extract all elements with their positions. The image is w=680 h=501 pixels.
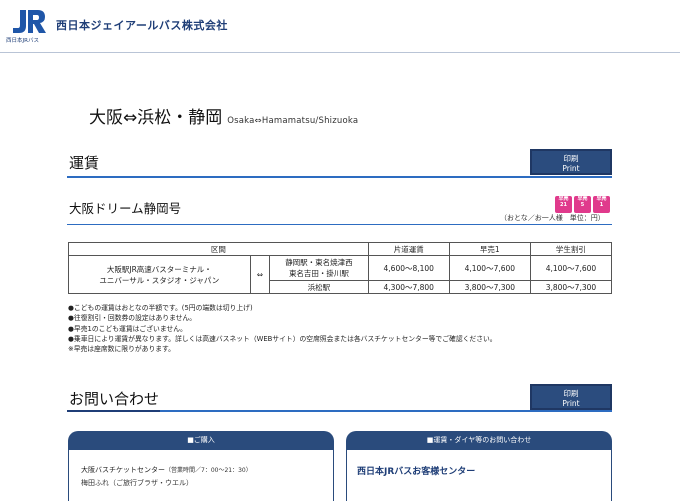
note-item: ●早売1のこども運賃はございません。 <box>68 324 187 333</box>
early-5-badge-icon: 早売 5 <box>574 196 591 213</box>
column-header-section: 区間 <box>68 242 369 256</box>
origin-cell: 大阪駅JR高速バスターミナル・ ユニバーサル・スタジオ・ジャパン <box>68 255 251 294</box>
fare-print-button[interactable]: 印刷 Print <box>530 149 612 175</box>
column-header-student: 学生割引 <box>529 242 613 256</box>
service-name: 大阪ドリーム静岡号 <box>69 201 182 216</box>
company-name[interactable]: 西日本ジェイアールバス株式会社 <box>56 17 228 33</box>
fare-cell: 4,600〜8,100 <box>367 255 450 281</box>
student-fare-cell: 4,100〜7,600 <box>529 255 613 281</box>
early-1-badge-icon: 早売 1 <box>593 196 610 213</box>
student-fare-cell: 3,800〜7,300 <box>529 280 613 294</box>
print-label-ja: 印刷 <box>563 154 579 163</box>
customer-center-name[interactable]: 西日本JRバスお客様センター <box>357 464 475 477</box>
column-header-fare: 片道運賃 <box>367 242 450 256</box>
route-title-en: Osaka⇔Hamamatsu/Shizuoka <box>227 116 359 126</box>
fare-cell: 4,300〜7,800 <box>367 280 450 294</box>
jr-logo[interactable]: 西日本JRバス <box>6 6 50 44</box>
ticket-center-name[interactable]: 大阪バスチケットセンター <box>81 466 165 474</box>
note-item: ●こどもの運賃はおとなの半額です。(5円の端数は切り上げ) <box>68 304 253 312</box>
service-rule <box>67 224 612 225</box>
inquiry-card-body: 西日本JRバスお客様センター <box>347 450 611 501</box>
destination-cell: 静岡駅・東名焼津西 東名吉田・掛川駅 <box>269 255 369 281</box>
fare-section-rule <box>67 176 612 178</box>
destination-cell: 浜松駅 <box>269 280 369 294</box>
early-fare-cell: 4,100〜7,600 <box>448 255 531 281</box>
note-item: ●往復割引・回数券の設定はありません。 <box>68 314 197 323</box>
print-label-ja: 印刷 <box>563 389 579 398</box>
early-fare-cell: 3,800〜7,300 <box>448 280 531 294</box>
column-header-early: 早売1 <box>448 242 531 256</box>
early-21-badge-icon: 早売 21 <box>555 196 572 213</box>
page-title: 大阪⇔浜松・静岡 Osaka⇔Hamamatsu/Shizuoka <box>89 103 358 128</box>
unit-note: （おとな／お一人様 単位：円） <box>500 214 605 222</box>
fare-table: 区間 片道運賃 早売1 学生割引 大阪駅JR高速バスターミナル・ ユニバーサル・… <box>68 242 613 294</box>
contact-section-title: お問い合わせ <box>69 390 160 408</box>
route-title-ja: 大阪⇔浜松・静岡 <box>89 108 223 128</box>
purchase-card-heading: ■ご購入 <box>187 436 215 444</box>
table-header-row: 区間 片道運賃 早売1 学生割引 <box>68 242 613 256</box>
purchase-card-body: 大阪バスチケットセンター（営業時間／7：00〜21：30） 梅田ふれ（ご旅行ブラ… <box>69 450 333 501</box>
contact-title-accent <box>67 410 160 412</box>
print-label-en: Print <box>562 164 580 173</box>
print-label-en: Print <box>562 399 580 408</box>
inquiry-card: ■運賃・ダイヤ等のお問い合わせ 西日本JRバスお客様センター <box>346 431 612 501</box>
site-header: 西日本JRバス 西日本ジェイアールバス株式会社 <box>0 0 680 53</box>
fare-notes: ●こどもの運賃はおとなの半額です。(5円の端数は切り上げ) ●往復割引・回数券の… <box>68 303 497 354</box>
inquiry-card-heading: ■運賃・ダイヤ等のお問い合わせ <box>426 436 532 444</box>
logo-caption: 西日本JRバス <box>6 36 39 44</box>
ticket-center-hours: （営業時間／7：00〜21：30） <box>165 467 252 474</box>
ticket-center-item: 大阪バスチケットセンター（営業時間／7：00〜21：30） <box>81 465 252 475</box>
purchase-card: ■ご購入 大阪バスチケットセンター（営業時間／7：00〜21：30） 梅田ふれ（… <box>68 431 334 501</box>
contact-print-button[interactable]: 印刷 Print <box>530 384 612 410</box>
note-item: ●乗車日により運賃が異なります。詳しくは高速バスネット（WEBサイト）の空席照会… <box>68 334 497 343</box>
fare-section-title: 運賃 <box>69 154 100 172</box>
note-item: ※早売は座席数に限りがあります。 <box>68 345 175 354</box>
table-row: 大阪駅JR高速バスターミナル・ ユニバーサル・スタジオ・ジャパン ⇔ 静岡駅・東… <box>68 255 613 294</box>
bidirectional-arrow-icon: ⇔ <box>249 255 271 294</box>
